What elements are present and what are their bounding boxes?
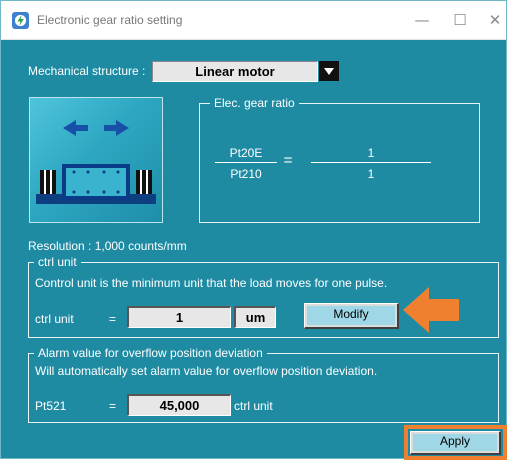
alarm-unit-label: ctrl unit [234, 399, 273, 413]
close-button[interactable]: ✕ [484, 9, 506, 31]
title-bar: Electronic gear ratio setting — ☐ ✕ [1, 1, 506, 40]
minimize-button[interactable]: — [411, 9, 433, 31]
elec-gear-ratio-group [199, 103, 480, 223]
ctrl-unit-label: ctrl unit [35, 312, 74, 326]
elec-gear-ratio-legend: Elec. gear ratio [210, 96, 299, 110]
alarm-value-field: 45,000 [127, 394, 231, 416]
numerator-value: 1 [367, 146, 375, 160]
maximize-button[interactable]: ☐ [449, 9, 471, 31]
apply-button-label: Apply [413, 434, 497, 451]
alarm-param-label: Pt521 [35, 399, 67, 413]
ctrl-unit-value-field[interactable]: 1 [127, 306, 231, 328]
dropdown-arrow-icon[interactable] [319, 61, 339, 81]
alarm-legend: Alarm value for overflow position deviat… [34, 346, 267, 360]
param-fraction-line [215, 162, 277, 163]
denominator-param: Pt210 [230, 167, 262, 181]
mechanical-structure-select[interactable]: Linear motor [152, 61, 318, 82]
linear-motor-illustration [29, 97, 163, 223]
linear-motor-icon [36, 120, 156, 204]
ctrl-unit-description: Control unit is the minimum unit that th… [35, 276, 388, 290]
ctrl-unit-legend: ctrl unit [34, 255, 81, 269]
ctrl-unit-unit-field: um [234, 306, 276, 328]
apply-button[interactable]: Apply [410, 431, 501, 455]
modify-button[interactable]: Modify [304, 303, 399, 329]
app-icon [12, 12, 29, 29]
ctrl-unit-equals: = [109, 312, 117, 326]
gear-ratio-equals: = [283, 152, 293, 169]
modify-button-label: Modify [307, 306, 395, 325]
value-fraction-line [311, 162, 431, 163]
resolution-text: Resolution : 1,000 counts/mm [28, 239, 187, 253]
window-title: Electronic gear ratio setting [37, 13, 183, 27]
numerator-param: Pt20E [229, 146, 263, 160]
mechanical-structure-label: Mechanical structure : [28, 64, 146, 78]
alarm-description: Will automatically set alarm value for o… [35, 364, 378, 378]
denominator-value: 1 [367, 167, 375, 181]
orange-arrow-callout-icon [403, 287, 459, 333]
gear-ratio-window: Electronic gear ratio setting — ☐ ✕ Mech… [0, 0, 507, 460]
alarm-equals: = [109, 399, 117, 413]
